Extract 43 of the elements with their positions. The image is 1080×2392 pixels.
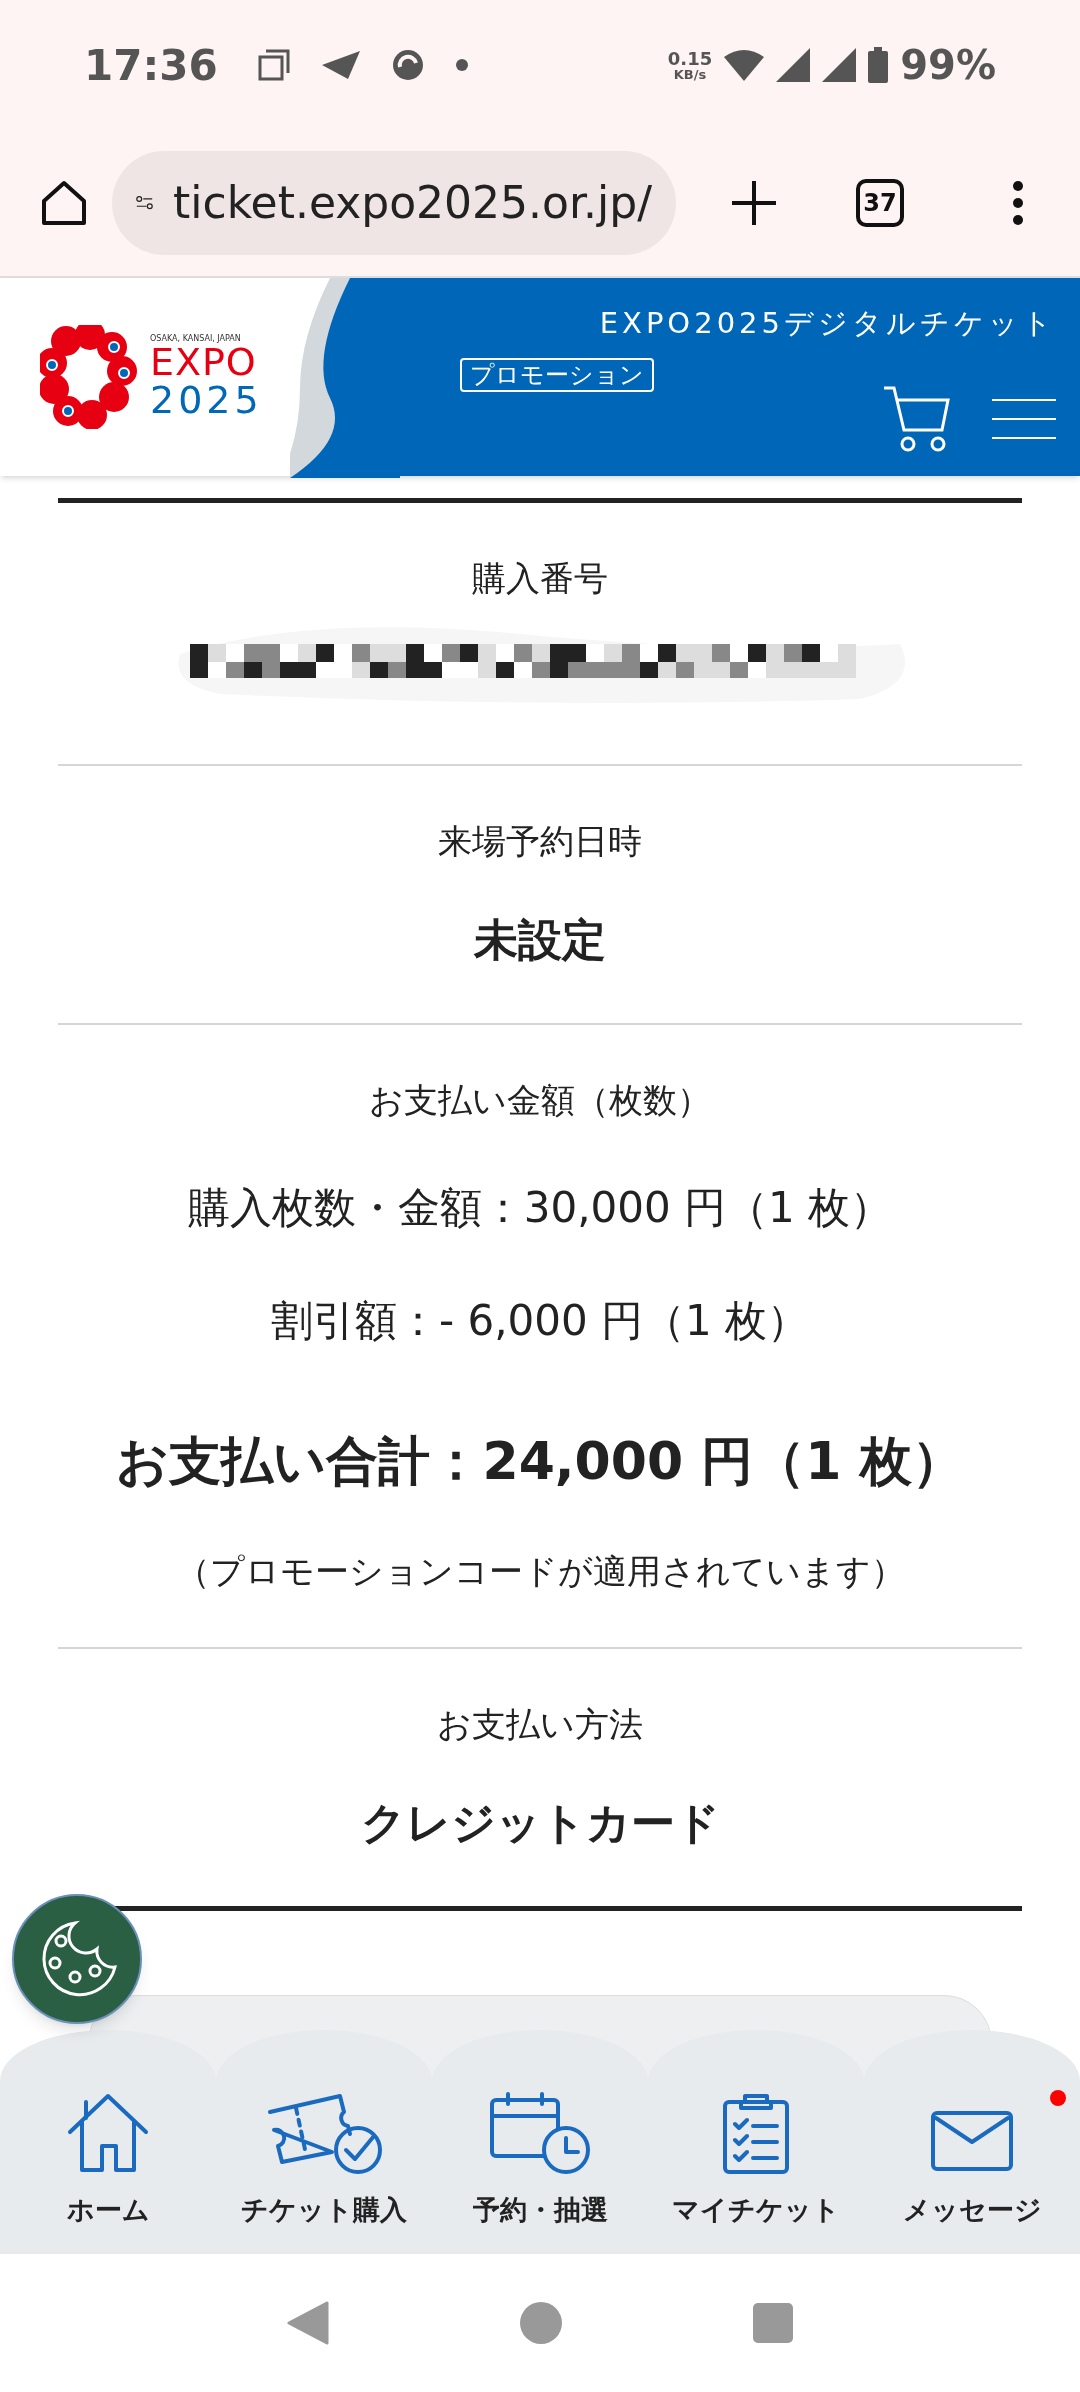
field-value: クレジットカード	[360, 1796, 720, 1850]
net-speed-unit: KB/s	[673, 67, 707, 81]
nav-item[interactable]: マイチケット	[648, 2082, 864, 2254]
logo-word: EXPO	[150, 343, 258, 381]
mail-icon	[930, 2109, 1014, 2174]
site-title: EXPO2025デジタルチケット	[599, 305, 1056, 342]
status-time: 17:36	[84, 39, 218, 92]
menu-icon[interactable]	[992, 397, 1056, 440]
field-value: 未設定	[474, 913, 606, 967]
promotion-badge: プロモーション	[460, 357, 654, 392]
field-label: お支払い方法	[437, 1703, 643, 1746]
nav-item[interactable]: 予約・抽選	[432, 2082, 648, 2254]
signal-icon	[822, 48, 857, 82]
total-amount: お支払い合計：24,000 円（1 枚）	[116, 1430, 964, 1493]
signal-icon	[776, 48, 811, 82]
back-icon[interactable]	[287, 2301, 329, 2345]
dot-icon	[455, 59, 468, 71]
logo-tagline: OSAKA, KANSAI, JAPAN	[150, 335, 242, 343]
nav-item[interactable]: メッセージ	[864, 2082, 1080, 2254]
home-icon[interactable]	[40, 179, 88, 227]
tab-count[interactable]: 37	[856, 179, 904, 227]
nav-item[interactable]: チケット購入	[216, 2082, 432, 2254]
amount-line: 購入枚数・金額：30,000 円（1 枚）	[187, 1182, 893, 1234]
field-label: お支払い金額（枚数）	[369, 1079, 711, 1122]
battery-icon	[868, 47, 889, 83]
send-icon	[321, 51, 360, 79]
calendar-clock-icon	[488, 2089, 592, 2174]
promo-note: （プロモーションコードが適用されています）	[175, 1550, 905, 1593]
net-speed: 0.15	[667, 49, 713, 68]
field-label: 購入番号	[472, 557, 608, 600]
logo-year: 2025	[150, 381, 263, 419]
more-menu-icon[interactable]	[1012, 180, 1024, 226]
field-label: 来場予約日時	[438, 820, 642, 863]
wifi-icon	[724, 49, 765, 81]
amount-line: 割引額：- 6,000 円（1 枚）	[270, 1295, 810, 1347]
copy-icon	[257, 49, 290, 81]
address-bar[interactable]: ticket.expo2025.or.jp/	[112, 151, 676, 255]
home-button-icon[interactable]	[519, 2301, 563, 2345]
url-text: ticket.expo2025.or.jp/	[173, 176, 652, 230]
expo-logo-icon	[40, 325, 138, 429]
battery-level: 99%	[900, 41, 996, 90]
nav-item[interactable]: ホーム	[0, 2082, 216, 2254]
new-tab-icon[interactable]	[732, 181, 776, 225]
